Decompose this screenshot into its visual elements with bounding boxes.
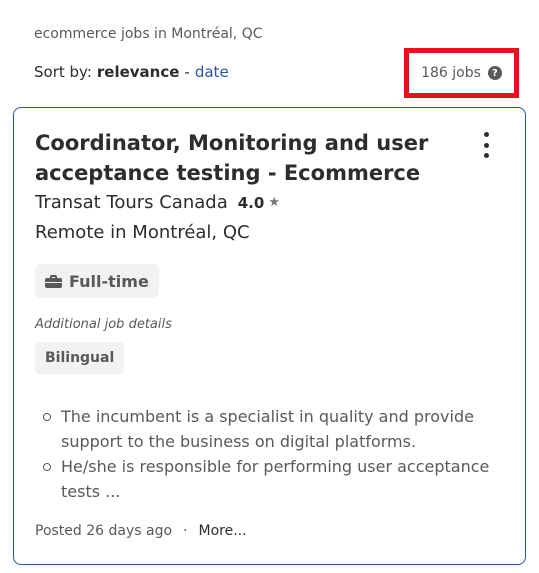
job-location: Remote in Montréal, QC	[35, 222, 250, 243]
job-count: 186 jobs	[421, 65, 481, 81]
more-link[interactable]: More...	[199, 523, 247, 539]
posted-date: Posted 26 days ago	[35, 523, 173, 539]
snippet-item: He/she is responsible for performing use…	[35, 454, 505, 504]
help-icon[interactable]: ?	[487, 66, 502, 80]
company-row: Transat Tours Canada 4.0 ★	[35, 192, 280, 213]
snippet-item: The incumbent is a specialist in quality…	[35, 404, 505, 454]
job-count-highlight: 186 jobs ?	[404, 48, 519, 98]
more-options-icon[interactable]	[479, 132, 493, 158]
job-card-footer: Posted 26 days ago · More...	[35, 523, 247, 539]
sort-label: Sort by:	[34, 63, 92, 81]
search-breadcrumb: ecommerce jobs in Montréal, QC	[34, 26, 263, 42]
footer-separator: ·	[183, 523, 188, 539]
sort-by-date-link[interactable]: date	[195, 63, 229, 81]
kebab-dot	[483, 132, 489, 137]
job-type-label: Full-time	[69, 271, 149, 291]
job-card[interactable]: Coordinator, Monitoring and user accepta…	[13, 107, 526, 565]
job-type-chip: Full-time	[35, 264, 159, 298]
briefcase-icon	[45, 274, 62, 288]
job-title[interactable]: Coordinator, Monitoring and user accepta…	[35, 128, 455, 188]
sort-bar: Sort by: relevance - date	[34, 63, 229, 81]
sort-separator: -	[184, 63, 190, 81]
star-icon: ★	[268, 195, 280, 210]
additional-details-label: Additional job details	[35, 317, 172, 332]
kebab-dot	[483, 153, 489, 158]
kebab-dot	[483, 142, 489, 148]
detail-chip-bilingual: Bilingual	[35, 342, 125, 374]
job-snippet: The incumbent is a specialist in quality…	[35, 404, 505, 504]
company-name[interactable]: Transat Tours Canada	[35, 192, 228, 213]
sort-current-relevance: relevance	[96, 63, 180, 81]
company-rating: 4.0	[237, 193, 265, 212]
